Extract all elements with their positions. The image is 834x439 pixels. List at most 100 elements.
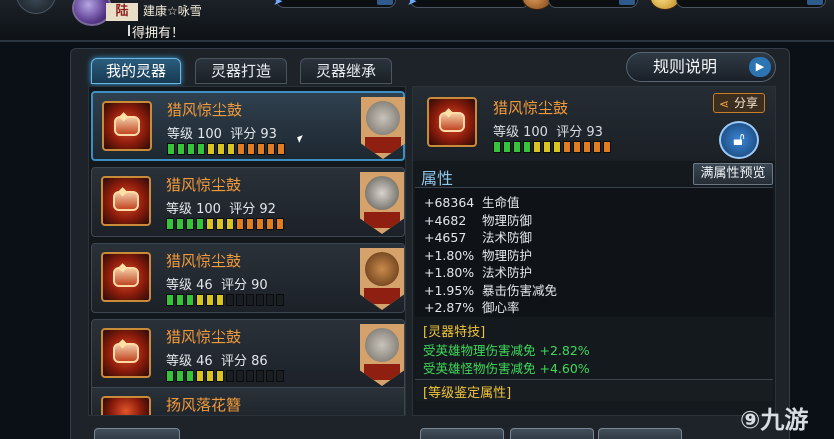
quality-pip: [266, 218, 274, 230]
more-button[interactable]: [598, 428, 682, 439]
quality-pip: [176, 218, 184, 230]
quality-pip: [493, 141, 501, 153]
artifact-name: 猎风惊尘鼓: [167, 101, 243, 119]
quality-pip: [583, 141, 591, 153]
add-stamina-button[interactable]: [377, 0, 393, 5]
appraise-title: [等级鉴定属性]: [423, 386, 512, 401]
menu-orb-icon[interactable]: [16, 0, 56, 14]
announcement-ticker: 得拥有！: [127, 22, 184, 41]
quality-pip: [166, 294, 174, 306]
artifact-card[interactable]: ◆ 猎风惊尘鼓 等级 100 评分 93: [91, 91, 405, 161]
attribute-row: +4682 物理防御: [424, 210, 532, 229]
watermark-text: 九游: [760, 406, 809, 434]
quality-pip: [186, 294, 194, 306]
section-title: 属性: [421, 169, 454, 188]
artifact-level-score: 等级 46 评分 86: [166, 350, 268, 369]
artifact-card[interactable]: 扬风落花簪: [91, 387, 405, 415]
quality-pip: [217, 143, 225, 155]
quality-pip: [187, 143, 195, 155]
upgrade-button[interactable]: [420, 428, 504, 439]
quality-pip: [176, 294, 184, 306]
full-attribute-preview-button[interactable]: 满属性预览: [693, 163, 773, 185]
quality-pip: [533, 141, 541, 153]
vitality-icon: ➤: [407, 0, 418, 8]
hero-portrait-badge: [360, 324, 404, 386]
artifact-card[interactable]: ◆ 猎风惊尘鼓 等级 46 评分 86: [91, 319, 405, 389]
coin-resource: [548, 0, 638, 8]
attribute-row: +1.80% 物理防护: [424, 245, 532, 264]
quality-pip: [236, 370, 244, 382]
attribute-value: +2.87%: [424, 300, 475, 315]
quality-pip: [267, 143, 275, 155]
artifact-level: 等级 100: [166, 202, 221, 217]
tab-artifact-forge[interactable]: 灵器打造: [195, 58, 287, 84]
quality-pip: [603, 141, 611, 153]
attribute-row: +1.80% 法术防护: [424, 262, 532, 281]
appraise-section: [等级鉴定属性]: [415, 379, 773, 401]
quality-pip: [216, 218, 224, 230]
share-label: 分享: [734, 96, 759, 110]
artifact-level: 等级 100: [167, 127, 222, 142]
filter-button[interactable]: [94, 428, 180, 439]
drum-item-icon: ◆: [101, 176, 151, 226]
add-gold-button[interactable]: [807, 0, 823, 5]
quality-pip: [206, 218, 214, 230]
quality-pip: [247, 143, 255, 155]
watermark-logo: ⑨九游: [740, 406, 809, 434]
quality-pip: [246, 294, 254, 306]
drum-item-icon: ◆: [102, 101, 152, 151]
quality-pip: [276, 294, 284, 306]
quality-pip: [593, 141, 601, 153]
quality-pip: [266, 294, 274, 306]
attribute-name: 法术防御: [482, 230, 533, 245]
unlock-icon[interactable]: 🔓︎: [719, 121, 759, 159]
tab-artifact-inherit[interactable]: 灵器继承: [300, 58, 392, 84]
quality-pip: [523, 141, 531, 153]
detail-score: 评分 93: [556, 125, 603, 140]
artifact-name: 猎风惊尘鼓: [166, 176, 242, 194]
attribute-name: 物理防护: [482, 247, 533, 263]
quality-bars: [493, 141, 611, 153]
play-arrow-icon: ▶: [749, 57, 771, 77]
rules-button[interactable]: 规则说明 ▶: [626, 52, 776, 82]
skill-title: [灵器特技]: [423, 325, 486, 340]
add-coin-button[interactable]: [619, 0, 635, 5]
share-button[interactable]: ⋖ 分享: [713, 93, 765, 113]
attribute-row: +68364 生命值: [424, 192, 520, 211]
drum-item-icon: ◆: [427, 97, 477, 147]
attribute-list: +68364 生命值 +4682 物理防御 +4657 法术防御 +1.80% 物理防护 +1.…: [415, 187, 773, 317]
quality-pip: [177, 143, 185, 155]
attribute-name: 暴击伤害减免: [482, 282, 558, 298]
attribute-name: 生命值: [482, 195, 520, 210]
quality-pip: [226, 294, 234, 306]
quality-pip: [176, 370, 184, 382]
appraise-button[interactable]: [510, 428, 594, 439]
artifact-card[interactable]: ◆ 猎风惊尘鼓 等级 100 评分 92: [91, 167, 405, 237]
artifact-level: 等级 46: [166, 354, 213, 369]
artifact-list[interactable]: ◆ 猎风惊尘鼓 等级 100 评分 93 ◆ 猎风惊尘鼓 等级 100 评分 9…: [88, 86, 406, 416]
quality-pip: [226, 370, 234, 382]
quality-pip: [206, 294, 214, 306]
attribute-value: +4682: [424, 212, 467, 228]
quality-bars: [167, 143, 285, 155]
tab-my-artifacts[interactable]: 我的灵器: [91, 58, 181, 84]
quality-pip: [166, 218, 174, 230]
hero-portrait-badge: [361, 97, 405, 159]
quality-pip: [256, 218, 264, 230]
quality-pip: [206, 370, 214, 382]
artifact-name: 扬风落花簪: [166, 396, 242, 414]
share-icon: ⋖: [719, 97, 730, 111]
quality-pip: [553, 141, 561, 153]
quality-pip: [196, 294, 204, 306]
artifact-card[interactable]: ◆ 猎风惊尘鼓 等级 46 评分 90: [91, 243, 405, 313]
quality-pip: [256, 370, 264, 382]
attribute-name: 法术防护: [482, 265, 533, 280]
hairpin-item-icon: [101, 396, 151, 415]
hero-portrait-badge: [360, 248, 404, 310]
quality-pip: [166, 370, 174, 382]
artifact-level: 等级 46: [166, 278, 213, 293]
detail-name: 猎风惊尘鼓: [493, 99, 569, 117]
rules-button-label: 规则说明: [653, 57, 718, 76]
attribute-value: +1.80%: [424, 265, 475, 280]
hero-portrait-badge: [360, 172, 404, 234]
